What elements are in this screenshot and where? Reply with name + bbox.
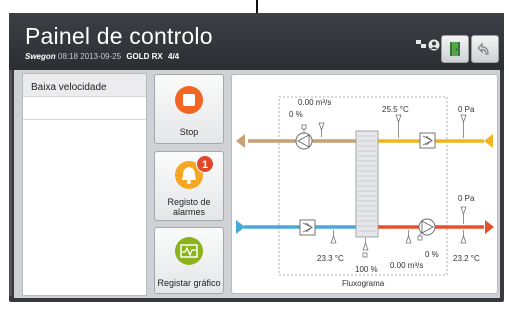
- supply-fan-icon: [418, 218, 436, 236]
- arrow-right-icon: [485, 220, 494, 234]
- supply-pressure-value: 0 Pa: [458, 194, 475, 203]
- alarm-log-button[interactable]: 1 Registo de alarmes: [154, 151, 224, 221]
- supply-flow-value: 0.00 m³/s: [390, 261, 424, 270]
- extract-percent-value: 0 %: [289, 110, 303, 119]
- sensor-icons: [301, 114, 467, 258]
- user-icon: [428, 39, 440, 51]
- supply-filter-icon: [299, 219, 316, 236]
- supply-percent-value: 0 %: [425, 250, 439, 259]
- diagram-title: Fluxograma: [342, 279, 385, 288]
- graph-icon: [174, 236, 204, 266]
- list-item[interactable]: Baixa velocidade: [23, 74, 146, 97]
- flow-diagram[interactable]: 0.00 m³/s 0 % 25.5 °C 0 Pa 0 Pa 23.3 °C …: [231, 74, 498, 294]
- alarm-label-line2: alarmes: [172, 207, 205, 217]
- stop-label: Stop: [179, 127, 199, 137]
- brand-logo: Swegon: [25, 52, 56, 61]
- arrow-right-icon: [236, 220, 245, 234]
- extract-fan-icon: [295, 132, 313, 150]
- alarm-label-line1: Registo de: [167, 197, 211, 207]
- status-line: Swegon 08:18 2013-09-25 GOLD RX 4/4: [25, 52, 179, 61]
- stop-button[interactable]: Stop: [154, 74, 224, 144]
- arrow-left-icon: [236, 134, 245, 148]
- mode-list: Baixa velocidade: [22, 73, 147, 296]
- exit-button[interactable]: [441, 35, 469, 63]
- exit-door-icon: [450, 42, 460, 56]
- back-button[interactable]: [471, 35, 499, 63]
- extract-temp-value: 25.5 °C: [382, 105, 409, 114]
- unit-count: 4/4: [168, 52, 180, 61]
- network-icon: [416, 40, 426, 48]
- status-icons: [416, 38, 441, 51]
- datetime: 08:18 2013-09-25: [57, 52, 122, 61]
- supply-temp-value: 23.2 °C: [453, 254, 480, 263]
- graph-label: Registar gráfico: [157, 278, 221, 288]
- cable: [256, 0, 258, 13]
- outdoor-temp-value: 23.3 °C: [317, 254, 344, 263]
- side-scrollbar[interactable]: [9, 70, 12, 296]
- header-bar: Painel de controlo Swegon 08:18 2013-09-…: [9, 13, 504, 70]
- extract-flow-value: 0.00 m³/s: [298, 98, 332, 107]
- list-item[interactable]: [23, 97, 146, 120]
- exchanger-percent-value: 100 %: [355, 265, 378, 274]
- arrow-left-icon: [484, 134, 493, 148]
- extract-pressure-value: 0 Pa: [458, 105, 475, 114]
- graph-log-button[interactable]: Registar gráfico: [154, 227, 224, 294]
- page-title: Painel de controlo: [25, 23, 213, 49]
- alarm-count-badge: 1: [196, 155, 214, 173]
- stop-icon: [174, 85, 204, 115]
- back-arrow-icon: [477, 42, 489, 55]
- exhaust-filter-icon: [419, 132, 436, 149]
- model-name: GOLD RX: [126, 52, 163, 61]
